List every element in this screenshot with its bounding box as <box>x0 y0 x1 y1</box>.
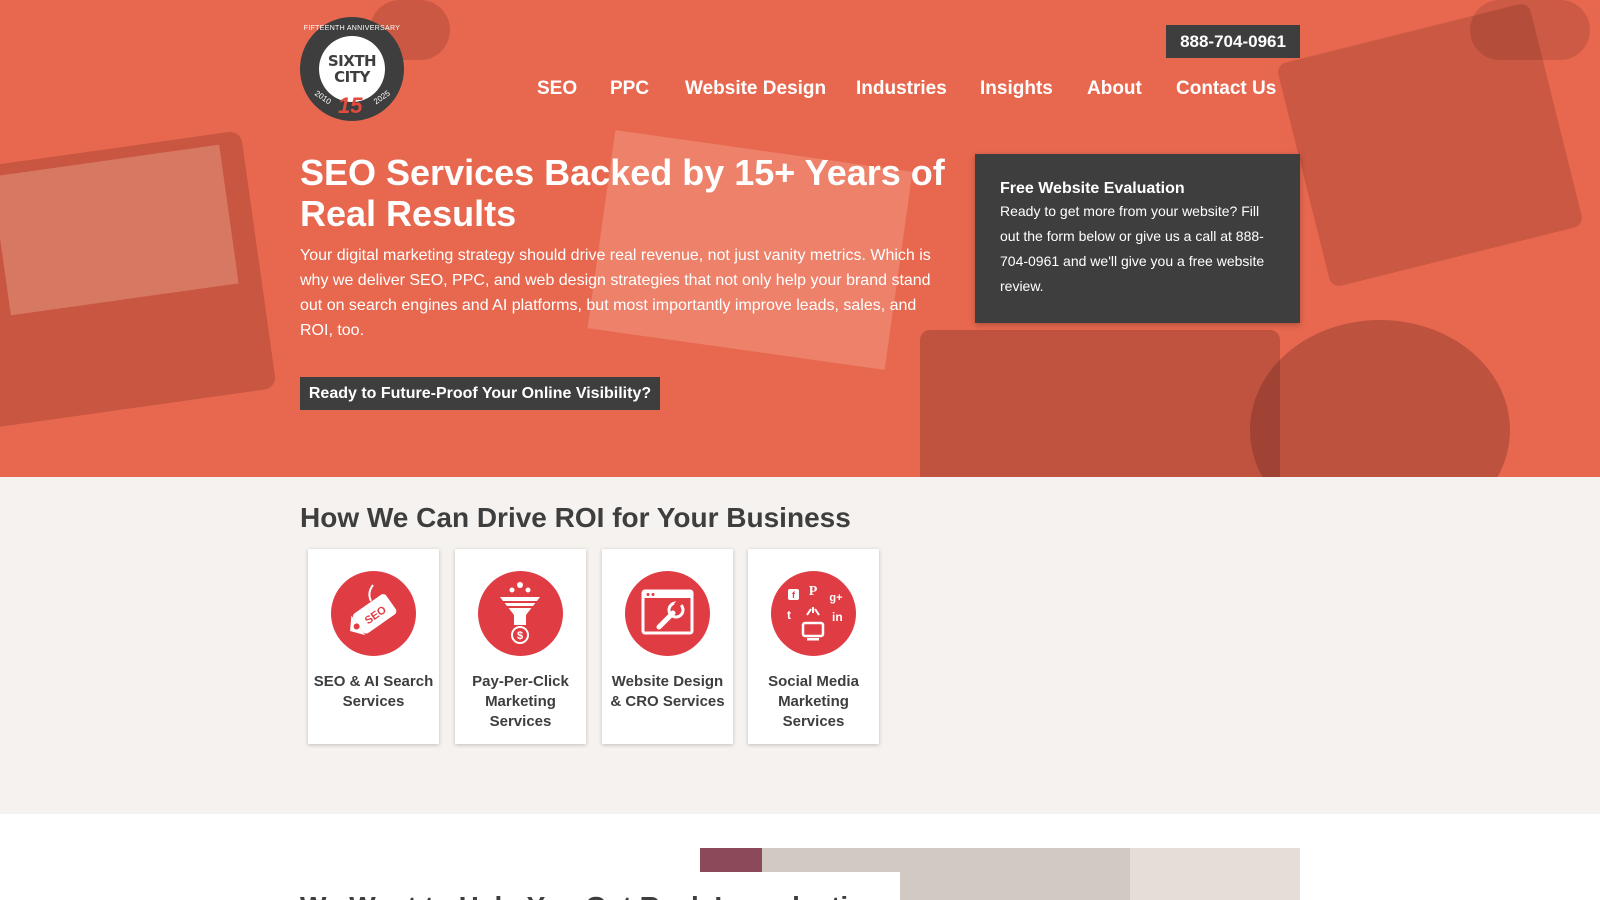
hero-cta-button[interactable]: Ready to Future-Proof Your Online Visibi… <box>300 377 660 410</box>
hero-title: SEO Services Backed by 15+ Years of Real… <box>300 152 945 234</box>
service-label-ppc: Pay-Per-Click Marketing Services <box>472 673 569 730</box>
hero-description: Your digital marketing strategy should d… <box>300 247 931 339</box>
svg-text:$: $ <box>517 630 523 642</box>
services-section: How We Can Drive ROI for Your Business S… <box>0 477 1600 814</box>
evaluation-title: Free Website Evaluation <box>1000 180 1185 197</box>
logo-ring-text: FIFTEENTH ANNIVERSARY <box>303 25 401 32</box>
service-label-social: Social Media Marketing Services <box>768 673 859 730</box>
svg-text:t: t <box>787 608 791 622</box>
free-evaluation-box: Free Website Evaluation Ready to get mor… <box>975 154 1300 323</box>
bg-hand <box>1470 0 1590 60</box>
logo-anniversary-number: 15 <box>338 93 363 118</box>
logo-word-bottom: CITY <box>334 68 370 86</box>
nav-item-website-design[interactable]: Website Design <box>685 78 826 100</box>
funnel-dollar-icon: $ <box>478 571 563 656</box>
browser-wrench-icon <box>625 571 710 656</box>
bg-person-head <box>1250 320 1510 477</box>
logo-word-top: SIXTH <box>327 52 377 70</box>
service-card-web-design[interactable]: Website Design & CRO Services <box>602 549 733 744</box>
bottom-section-title: We Want to Help You Get Real, Long-lasti… <box>300 890 882 900</box>
evaluation-text: Ready to get more from your website? Fil… <box>1000 203 1265 294</box>
nav-item-seo[interactable]: SEO <box>537 78 577 100</box>
service-label-seo: SEO & AI Search Services <box>313 673 434 710</box>
seo-tag-icon: SEO <box>331 571 416 656</box>
hero-section: FIFTEENTH ANNIVERSARY SIXTH CITY 2010 15… <box>0 0 1600 477</box>
nav-item-insights[interactable]: Insights <box>980 78 1053 100</box>
nav-item-contact-us[interactable]: Contact Us <box>1176 78 1276 100</box>
svg-text:in: in <box>832 610 843 624</box>
bottom-section: We Want to Help You Get Real, Long-lasti… <box>0 814 1600 900</box>
service-card-seo[interactable]: SEO SEO & AI Search Services <box>308 549 439 744</box>
social-network-icon: f P g+ t in <box>771 571 856 656</box>
nav-item-industries[interactable]: Industries <box>856 78 947 100</box>
bottom-photo-right <box>1130 848 1300 900</box>
nav-item-about[interactable]: About <box>1087 78 1142 100</box>
svg-text:g+: g+ <box>829 592 842 604</box>
phone-button[interactable]: 888-704-0961 <box>1166 25 1300 58</box>
service-label-web-design: Website Design & CRO Services <box>610 673 725 710</box>
service-card-ppc[interactable]: $ Pay-Per-Click Marketing Services <box>455 549 586 744</box>
svg-text:P: P <box>809 584 818 599</box>
services-title: How We Can Drive ROI for Your Business <box>300 502 851 533</box>
bg-laptop-center <box>920 330 1280 477</box>
nav-item-ppc[interactable]: PPC <box>610 78 649 100</box>
site-logo[interactable]: FIFTEENTH ANNIVERSARY SIXTH CITY 2010 15… <box>300 17 404 121</box>
service-card-social[interactable]: f P g+ t in Social Media Marketing Servi… <box>748 549 879 744</box>
hero-background-photo <box>0 0 1600 477</box>
